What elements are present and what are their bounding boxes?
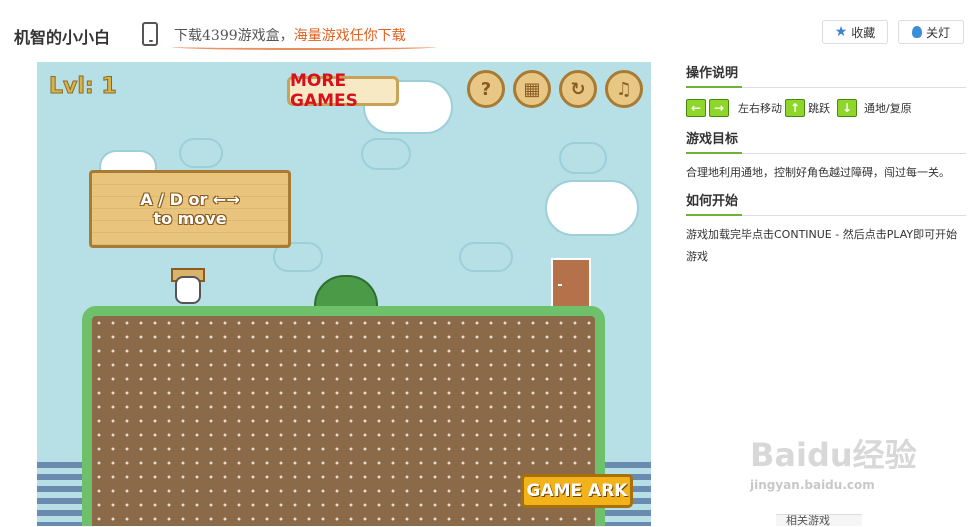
promo-text-1: 下载4399游戏盒， (174, 28, 294, 44)
divider (686, 86, 966, 88)
controls-heading: 操作说明 (686, 66, 739, 81)
page-title: 机智的小小白 (14, 28, 111, 47)
help-button[interactable]: ? (467, 70, 505, 108)
goal-text: 合理地利用通地，控制好角色越过障碍，闯过每一关。 (686, 166, 950, 179)
jump-text: 跳跃 (808, 102, 830, 115)
level-select-button[interactable]: ▦ (513, 70, 551, 108)
water-left (37, 462, 87, 526)
restart-button[interactable]: ↻ (559, 70, 597, 108)
start-text: 游戏加载完毕点击CONTINUE - 然后点击PLAY即可开始游戏 (686, 228, 958, 263)
restart-icon: ↻ (570, 78, 586, 100)
controls-row: ← → 左右移动 ↑ 跳跃 ↓ 通地/复原 (686, 96, 966, 120)
cloud-outline (459, 242, 513, 272)
divider (686, 214, 966, 216)
watermark-line-1: Baidu经验 (750, 436, 917, 474)
sign-line-2: to move (153, 209, 227, 228)
exit-door (551, 258, 591, 308)
more-games-button[interactable]: MORE GAMES (287, 71, 399, 111)
up-key-icon: ↑ (785, 99, 805, 117)
promo-underline (172, 44, 436, 50)
cloud (545, 180, 639, 236)
phone-icon (142, 22, 158, 46)
cloud-outline (179, 138, 223, 168)
start-heading: 如何开始 (686, 194, 739, 209)
instruction-sign: A / D or ←→ to move (89, 170, 291, 248)
down-key-icon: ↓ (837, 99, 857, 117)
related-games-tab[interactable]: 相关游戏 (776, 514, 862, 527)
music-button[interactable]: ♫ (605, 70, 643, 108)
cloud-outline (559, 142, 607, 174)
move-text: 左右移动 (738, 102, 782, 115)
grid-icon: ▦ (523, 78, 541, 100)
help-icon: ? (480, 78, 492, 100)
cloud-outline (361, 138, 411, 170)
sign-line-1: A / D or ←→ (140, 190, 240, 209)
left-key-icon: ← (686, 99, 706, 117)
sidebar: 操作说明 ← → 左右移动 ↑ 跳跃 ↓ 通地/复原 游戏目标 合理地利用通地，… (686, 62, 966, 268)
favorite-button[interactable]: ★ 收藏 (822, 20, 888, 44)
hero-character (175, 276, 201, 304)
goal-heading: 游戏目标 (686, 132, 739, 147)
baidu-watermark: Baidu经验 jingyan.baidu.com (750, 430, 930, 500)
promo-text-2: 海量游戏任你下载 (293, 28, 406, 44)
divider (686, 152, 966, 154)
right-key-icon: → (709, 99, 729, 117)
lights-off-label: 关灯 (925, 25, 950, 40)
bush (314, 275, 378, 309)
game-canvas[interactable]: Lvl: 1 MORE GAMES ? ▦ ↻ ♫ A / D or ←→ to… (37, 62, 651, 526)
watermark-line-2: jingyan.baidu.com (750, 478, 875, 492)
portal-text: 通地/复原 (864, 102, 912, 115)
star-icon: ★ (834, 24, 848, 40)
music-icon: ♫ (615, 78, 633, 100)
bulb-icon (911, 26, 922, 38)
game-ark-button[interactable]: GAME ARK (521, 474, 633, 508)
lights-off-button[interactable]: 关灯 (898, 20, 964, 44)
top-bar: 机智的小小白 下载4399游戏盒，海量游戏任你下载 ★ 收藏 关灯 (0, 0, 977, 62)
promo-link[interactable]: 下载4399游戏盒，海量游戏任你下载 (174, 25, 406, 45)
level-indicator: Lvl: 1 (49, 74, 118, 100)
favorite-label: 收藏 (851, 25, 876, 40)
